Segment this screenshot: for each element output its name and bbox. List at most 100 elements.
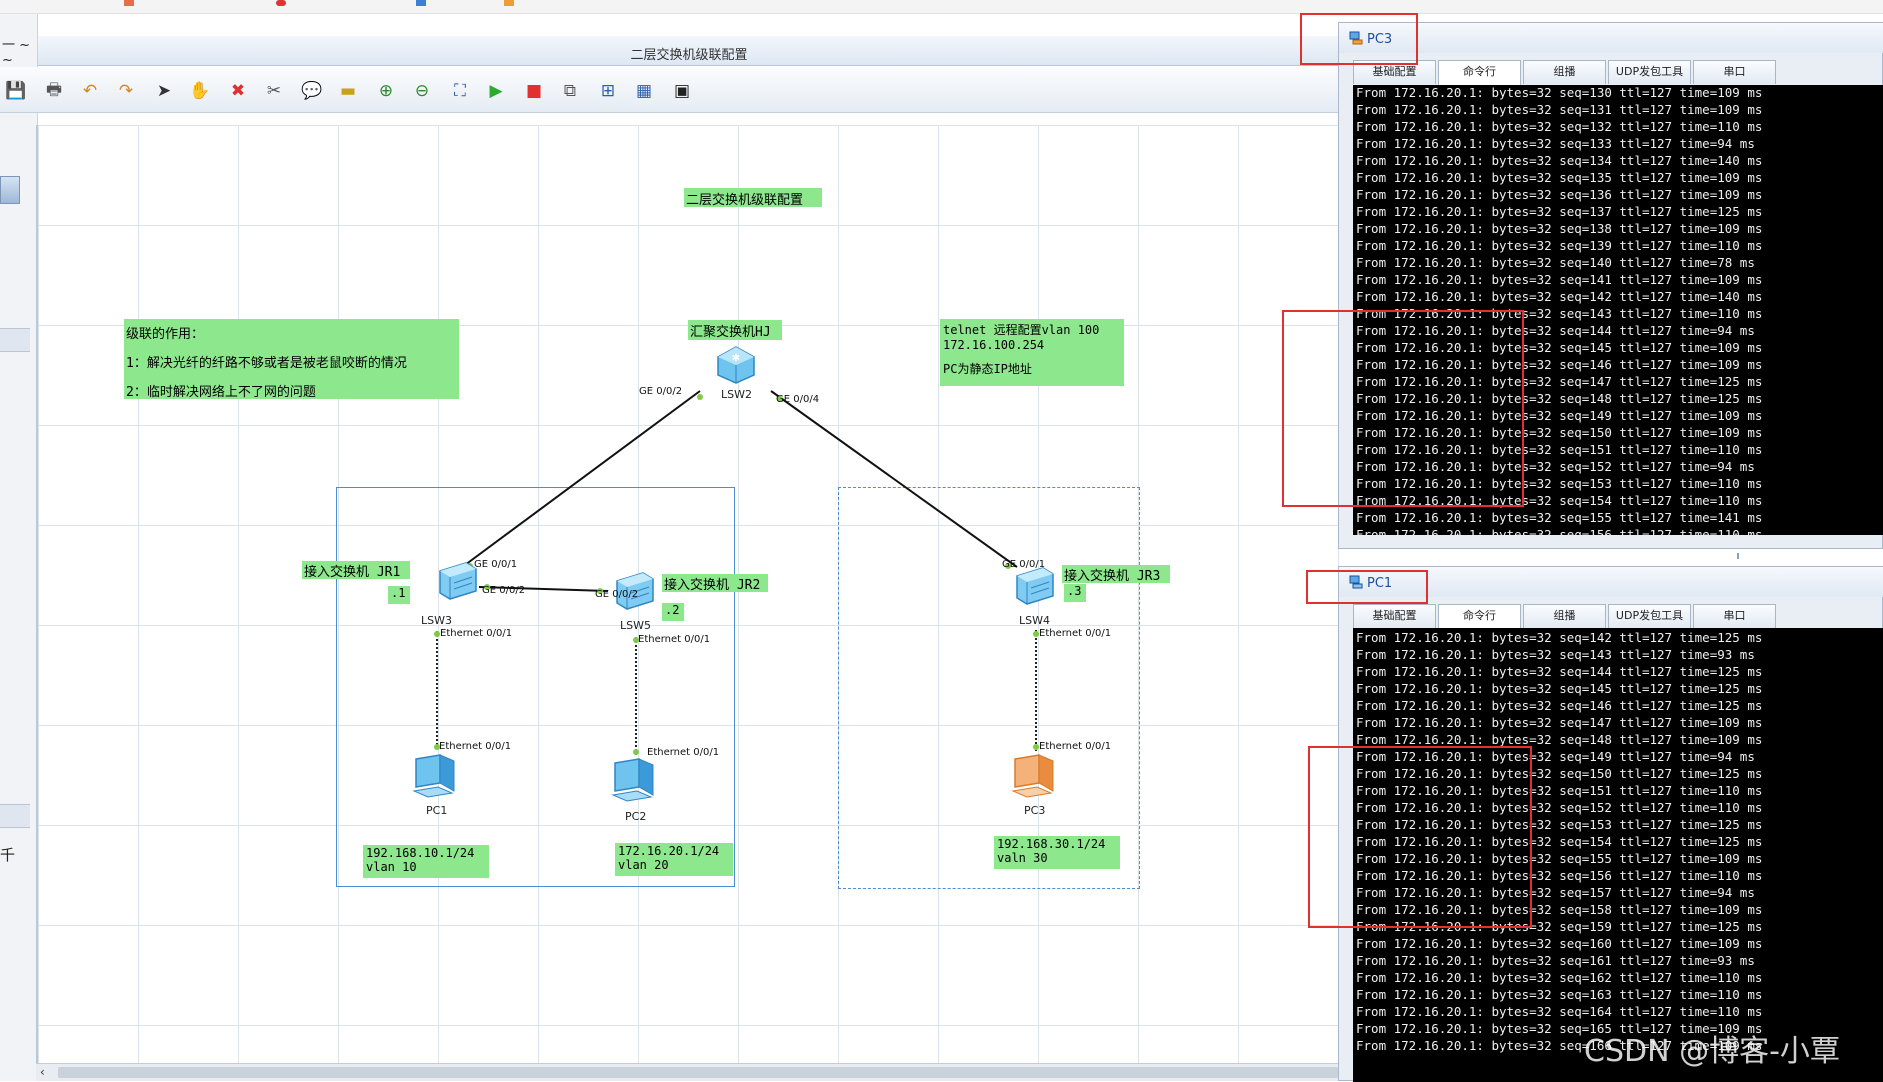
tab-command-line[interactable]: 命令行 (1438, 604, 1521, 629)
topology-title-note[interactable]: 二层交换机级联配置 (684, 188, 822, 208)
agg-switch-name: LSW2 (721, 388, 752, 401)
access-switch-jr3-name: LSW4 (1019, 614, 1050, 627)
red-highlight-box (1306, 570, 1428, 604)
capture-icon[interactable]: ⧉ (558, 79, 582, 103)
pc3-name: PC3 (1024, 804, 1046, 817)
toolbar: 💾 🖶 ↶ ↷ ➤ ✋ ✖ ✂ 💬 ▬ ⊕ ⊖ ⛶ ▶ ■ ⧉ ⊞ ▦ ▣ (0, 67, 1340, 113)
telnet-note[interactable]: telnet 远程配置vlan 100 172.16.100.254 PC为静态… (940, 319, 1124, 386)
redo-icon[interactable]: ↷ (114, 79, 138, 103)
print-icon[interactable]: 🖶 (42, 79, 66, 103)
terminal-line: From 172.16.20.1: bytes=32 seq=130 ttl=1… (1356, 85, 1763, 100)
terminal-line: From 172.16.20.1: bytes=32 seq=132 ttl=1… (1356, 119, 1763, 134)
red-highlight-box (1282, 310, 1524, 507)
scroll-left-icon[interactable]: ‹ (40, 1065, 45, 1079)
access-switch-jr2-id[interactable]: .2 (662, 603, 684, 621)
cascade-note-heading: 级联的作用： (126, 327, 205, 342)
zoom-in-icon[interactable]: ⊕ (374, 79, 398, 103)
cascade-note-line2: 2：临时解决网络上不了网的问题 (126, 385, 316, 400)
cascade-note[interactable]: 级联的作用： 1：解决光纤的纤路不够或者是被老鼠咬断的情况 2：临时解决网络上不… (124, 319, 459, 400)
switch-icon[interactable] (1013, 566, 1057, 606)
delete-link-icon[interactable]: ✂ (262, 79, 286, 103)
terminal-line: From 172.16.20.1: bytes=32 seq=142 ttl=1… (1356, 630, 1763, 645)
terminal-line: From 172.16.20.1: bytes=32 seq=161 ttl=1… (1356, 953, 1755, 968)
terminal-line: From 172.16.20.1: bytes=32 seq=137 ttl=1… (1356, 204, 1763, 219)
terminal-line: From 172.16.20.1: bytes=32 seq=131 ttl=1… (1356, 102, 1763, 117)
port-label: GE 0/0/1 (1002, 559, 1046, 570)
topology-canvas[interactable]: 二层交换机级联配置 级联的作用： 1：解决光纤的纤路不够或者是被老鼠咬断的情况 … (36, 125, 1340, 1063)
fit-view-icon[interactable]: ⛶ (448, 79, 472, 103)
port-label: Ethernet 0/0/1 (440, 628, 513, 639)
port-label: Ethernet 0/0/1 (1039, 628, 1112, 639)
top-red-icon (276, 0, 286, 6)
pc1-ip-note[interactable]: 192.168.10.1/24 vlan 10 (363, 845, 489, 878)
access-switch-jr1-id[interactable]: .1 (388, 586, 410, 604)
text-note-icon[interactable]: 💬 (300, 79, 324, 103)
port-label: GE 0/0/2 (595, 589, 639, 600)
tab-serial[interactable]: 串口 (1693, 60, 1776, 84)
start-device-icon[interactable]: ▶ (484, 79, 508, 103)
device-palette-icon[interactable] (0, 176, 20, 204)
red-highlight-box (1308, 746, 1532, 928)
canvas-horizontal-scrollbar[interactable]: ‹ (36, 1063, 1340, 1081)
save-icon[interactable]: 💾 (4, 79, 28, 103)
access-switch-jr1-label[interactable]: 接入交换机 JR1 (302, 561, 410, 580)
terminal-line: From 172.16.20.1: bytes=32 seq=138 ttl=1… (1356, 221, 1763, 236)
pc-icon[interactable] (1009, 753, 1059, 799)
left-panel-text: 一 ~ ~ (2, 38, 31, 68)
terminal-line: From 172.16.20.1: bytes=32 seq=141 ttl=1… (1356, 272, 1763, 287)
pc1-ip: 192.168.10.1/24 (366, 846, 475, 860)
scrollbar-thumb[interactable] (58, 1067, 1338, 1078)
left-side-panel: 一 ~ ~ 千 (0, 14, 38, 1081)
pc2-vlan: vlan 20 (618, 858, 669, 872)
port-label: GE 0/0/4 (776, 394, 820, 405)
pc3-ip: 192.168.30.1/24 (997, 837, 1106, 851)
terminal-line: From 172.16.20.1: bytes=32 seq=146 ttl=1… (1356, 698, 1763, 713)
tab-basic-config[interactable]: 基础配置 (1353, 604, 1436, 628)
tab-multicast[interactable]: 组播 (1523, 604, 1606, 628)
pc-icon[interactable] (410, 753, 460, 799)
select-icon[interactable]: ➤ (152, 79, 176, 103)
panel-splitter (1737, 553, 1739, 559)
terminal-line: From 172.16.20.1: bytes=32 seq=163 ttl=1… (1356, 987, 1763, 1002)
stop-device-icon[interactable]: ■ (522, 79, 546, 103)
svg-text:✱: ✱ (732, 353, 740, 364)
pc2-ip-note[interactable]: 172.16.20.1/24 vlan 20 (615, 843, 733, 876)
link-lsw2-lsw3[interactable] (464, 390, 701, 566)
grid-icon[interactable]: ▦ (632, 79, 656, 103)
red-highlight-box (1300, 13, 1418, 65)
tab-command-line[interactable]: 命令行 (1438, 60, 1521, 85)
left-panel-divider (0, 328, 30, 352)
csdn-watermark: CSDN @博客-小覃 (1584, 1034, 1840, 1069)
terminal-line: From 172.16.20.1: bytes=32 seq=145 ttl=1… (1356, 681, 1763, 696)
zoom-out-icon[interactable]: ⊖ (410, 79, 434, 103)
link-lsw2-lsw4[interactable] (770, 390, 1018, 568)
console-icon[interactable]: ▣ (670, 79, 694, 103)
rectangle-icon[interactable]: ▬ (336, 79, 360, 103)
main-window-title: 二层交换机级联配置 (630, 48, 748, 63)
pan-hand-icon[interactable]: ✋ (188, 79, 212, 103)
tab-udp-tool[interactable]: UDP发包工具 (1608, 604, 1691, 628)
terminal-line: From 172.16.20.1: bytes=32 seq=147 ttl=1… (1356, 715, 1763, 730)
pc-icon[interactable] (609, 757, 659, 803)
access-switch-jr2-label[interactable]: 接入交换机 JR2 (662, 574, 768, 593)
tab-serial[interactable]: 串口 (1693, 604, 1776, 628)
pc2-ip: 172.16.20.1/24 (618, 844, 720, 858)
top-orange-icon (504, 0, 514, 6)
agg-switch-label[interactable]: 汇聚交换机HJ (688, 320, 782, 340)
pc3-vlan: valn 30 (997, 851, 1048, 865)
terminal-line: From 172.16.20.1: bytes=32 seq=156 ttl=1… (1356, 527, 1763, 535)
port-label: GE 0/0/1 (474, 559, 518, 570)
pc3-ip-note[interactable]: 192.168.30.1/24 valn 30 (994, 836, 1120, 869)
tab-multicast[interactable]: 组播 (1523, 60, 1606, 84)
switch-icon[interactable]: ✱ (714, 345, 758, 385)
terminal-line: From 172.16.20.1: bytes=32 seq=162 ttl=1… (1356, 970, 1763, 985)
left-panel-char: 千 (0, 846, 16, 864)
topology-icon[interactable]: ⊞ (596, 79, 620, 103)
tab-udp-tool[interactable]: UDP发包工具 (1608, 60, 1691, 84)
access-switch-jr3-label[interactable]: 接入交换机 JR3 (1062, 565, 1170, 584)
pc3-panel-titlebar: PC3 (1339, 23, 1883, 53)
terminal-line: From 172.16.20.1: bytes=32 seq=139 ttl=1… (1356, 238, 1763, 253)
access-switch-jr3-id[interactable]: .3 (1064, 584, 1086, 602)
delete-icon[interactable]: ✖ (226, 79, 250, 103)
undo-icon[interactable]: ↶ (78, 79, 102, 103)
